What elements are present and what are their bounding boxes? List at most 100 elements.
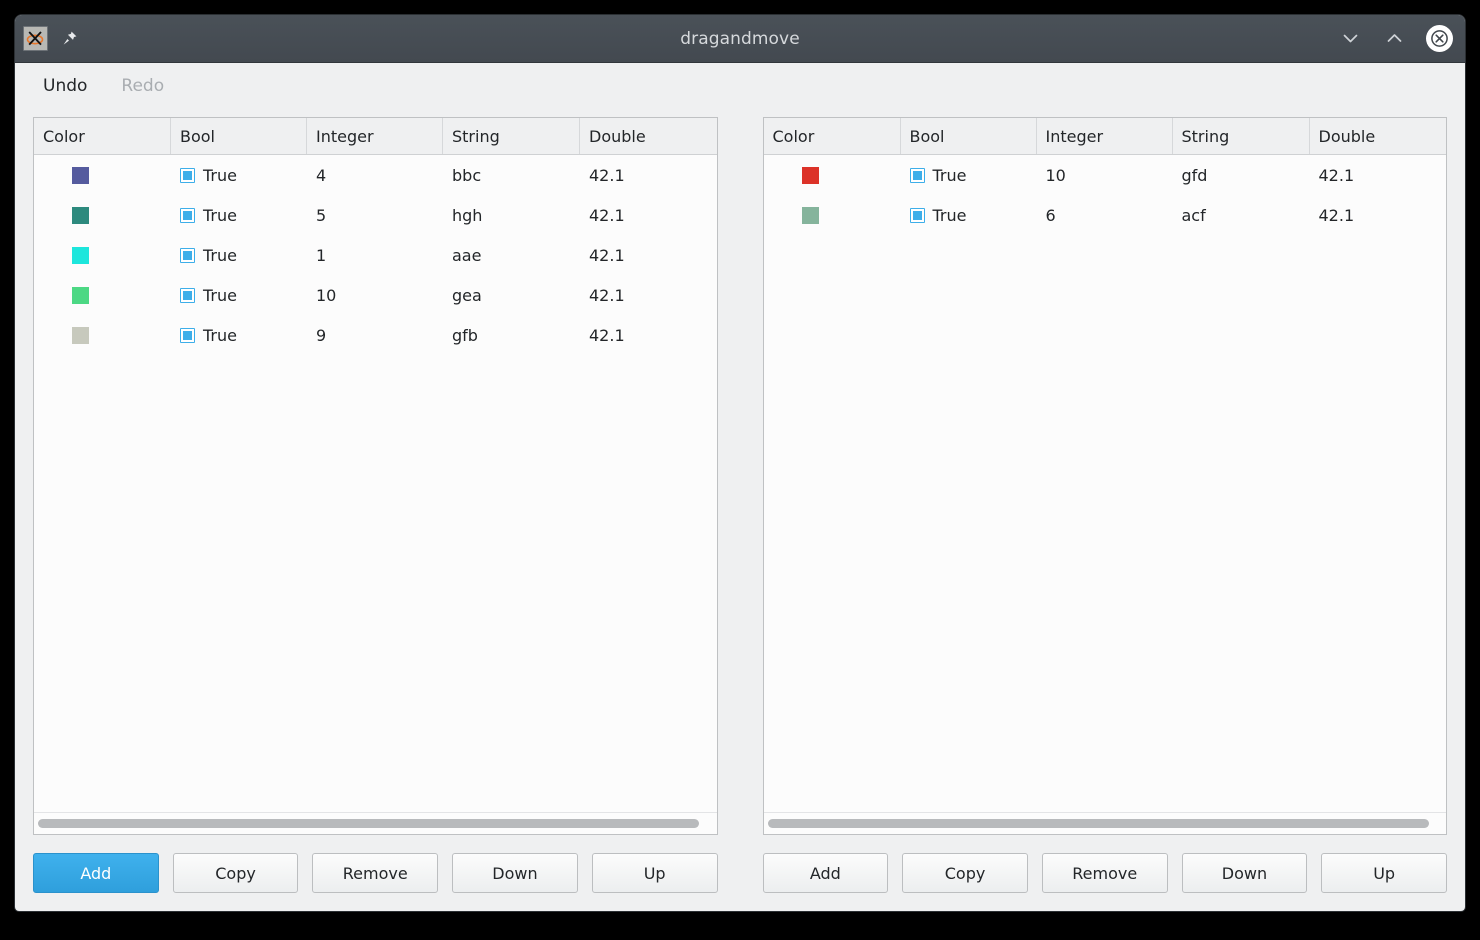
cell-bool[interactable]: True	[171, 155, 307, 195]
cell-color[interactable]	[34, 315, 171, 355]
cell-bool[interactable]: True	[171, 315, 307, 355]
content-area: Color Bool Integer String Double True 4 bbc 42.1…	[15, 109, 1465, 911]
cell-color[interactable]	[764, 155, 901, 195]
checkbox-checked-icon[interactable]	[180, 327, 195, 343]
column-header-double[interactable]: Double	[1310, 118, 1447, 154]
column-header-string[interactable]: String	[1173, 118, 1310, 154]
cell-color[interactable]	[34, 235, 171, 275]
color-swatch[interactable]	[72, 246, 89, 264]
color-swatch[interactable]	[801, 166, 819, 184]
horizontal-scrollbar[interactable]	[34, 812, 717, 834]
maximize-button[interactable]	[1382, 27, 1406, 51]
cell-integer[interactable]: 10	[307, 275, 443, 315]
color-swatch[interactable]	[72, 326, 89, 344]
checkbox-checked-icon[interactable]	[180, 167, 195, 183]
add-button[interactable]: Add	[762, 853, 889, 893]
column-header-double[interactable]: Double	[580, 118, 717, 154]
table-row[interactable]: True 6 acf 42.1	[764, 195, 1447, 235]
cell-integer[interactable]: 10	[1037, 155, 1173, 195]
color-swatch[interactable]	[801, 206, 819, 224]
cell-double[interactable]: 42.1	[1310, 155, 1447, 195]
down-button[interactable]: Down	[1181, 853, 1308, 893]
color-swatch[interactable]	[72, 166, 89, 184]
column-header-string[interactable]: String	[443, 118, 580, 154]
cell-double[interactable]: 42.1	[580, 275, 717, 315]
table-row[interactable]: True 5 hgh 42.1	[34, 195, 717, 235]
checkbox-checked-icon[interactable]	[909, 167, 925, 183]
table-header-row: Color Bool Integer String Double	[763, 118, 1447, 155]
table-left[interactable]: Color Bool Integer String Double True 4 bbc 42.1…	[33, 117, 718, 835]
cell-integer[interactable]: 5	[307, 195, 443, 235]
button-row-right: Add Copy Remove Down Up	[762, 853, 1448, 893]
cell-integer[interactable]: 9	[307, 315, 443, 355]
cell-bool[interactable]: True	[171, 275, 307, 315]
table-row[interactable]: True 1 aae 42.1	[34, 235, 717, 275]
table-body: True 4 bbc 42.1 True 5 hgh 42.1 True 1 aae 42.1 True…	[34, 155, 717, 812]
add-button[interactable]: Add	[33, 853, 159, 893]
column-header-bool[interactable]: Bool	[901, 118, 1037, 154]
column-header-integer[interactable]: Integer	[1037, 118, 1173, 154]
cell-bool[interactable]: True	[171, 195, 307, 235]
cell-bool-label: True	[203, 205, 237, 225]
cell-integer[interactable]: 4	[307, 155, 443, 195]
cell-string[interactable]: gfb	[443, 315, 580, 355]
cell-string[interactable]: hgh	[443, 195, 580, 235]
menu-item-redo: Redo	[121, 76, 165, 96]
down-button[interactable]: Down	[452, 853, 578, 893]
table-body: True 10 gfd 42.1 True 6 acf 42.1	[764, 155, 1447, 812]
menu-item-undo[interactable]: Undo	[39, 74, 91, 98]
cell-double[interactable]: 42.1	[580, 195, 717, 235]
up-button[interactable]: Up	[591, 853, 718, 893]
cell-string[interactable]: gfd	[1173, 155, 1310, 195]
cell-integer[interactable]: 6	[1037, 195, 1173, 235]
checkbox-checked-icon[interactable]	[909, 207, 925, 223]
cell-double[interactable]: 42.1	[580, 155, 717, 195]
cell-bool[interactable]: True	[171, 235, 307, 275]
color-swatch[interactable]	[72, 206, 89, 224]
column-header-color[interactable]: Color	[764, 118, 901, 154]
table-right[interactable]: Color Bool Integer String Double True 10 gfd 42.…	[762, 117, 1447, 835]
cell-double[interactable]: 42.1	[580, 235, 717, 275]
column-header-integer[interactable]: Integer	[307, 118, 443, 154]
cell-integer[interactable]: 1	[307, 235, 443, 275]
checkbox-checked-icon[interactable]	[180, 207, 195, 223]
cell-double[interactable]: 42.1	[580, 315, 717, 355]
cell-color[interactable]	[34, 195, 171, 235]
cell-bool-label: True	[203, 165, 237, 185]
cell-bool-label: True	[203, 325, 237, 345]
remove-button[interactable]: Remove	[312, 853, 439, 893]
color-swatch[interactable]	[72, 286, 89, 304]
title-bar-left-controls	[23, 26, 80, 51]
minimize-button[interactable]	[1338, 27, 1362, 51]
checkbox-checked-icon[interactable]	[180, 247, 195, 263]
checkbox-checked-icon[interactable]	[180, 287, 195, 303]
horizontal-scrollbar[interactable]	[763, 812, 1446, 834]
up-button[interactable]: Up	[1321, 853, 1448, 893]
table-row[interactable]: True 10 gfd 42.1	[764, 155, 1447, 195]
cell-string[interactable]: aae	[443, 235, 580, 275]
scrollbar-thumb[interactable]	[38, 819, 699, 828]
copy-button[interactable]: Copy	[172, 853, 299, 893]
cell-color[interactable]	[764, 195, 901, 235]
cell-double[interactable]: 42.1	[1310, 195, 1447, 235]
table-row[interactable]: True 10 gea 42.1	[34, 275, 717, 315]
cell-string[interactable]: gea	[443, 275, 580, 315]
cell-string[interactable]: bbc	[443, 155, 580, 195]
cell-bool[interactable]: True	[901, 195, 1037, 235]
scrollbar-thumb[interactable]	[767, 819, 1429, 828]
title-bar[interactable]: dragandmove	[15, 15, 1465, 63]
remove-button[interactable]: Remove	[1041, 853, 1168, 893]
pane-left: Color Bool Integer String Double True 4 bbc 42.1…	[33, 117, 718, 893]
close-button[interactable]	[1426, 25, 1453, 52]
copy-button[interactable]: Copy	[902, 853, 1028, 893]
cell-string[interactable]: acf	[1173, 195, 1310, 235]
column-header-color[interactable]: Color	[34, 118, 171, 154]
table-row[interactable]: True 9 gfb 42.1	[34, 315, 717, 355]
pin-icon[interactable]	[58, 28, 80, 50]
cell-color[interactable]	[34, 155, 171, 195]
table-row[interactable]: True 4 bbc 42.1	[34, 155, 717, 195]
cell-color[interactable]	[34, 275, 171, 315]
column-header-bool[interactable]: Bool	[171, 118, 307, 154]
window-title: dragandmove	[680, 28, 800, 49]
cell-bool[interactable]: True	[901, 155, 1037, 195]
